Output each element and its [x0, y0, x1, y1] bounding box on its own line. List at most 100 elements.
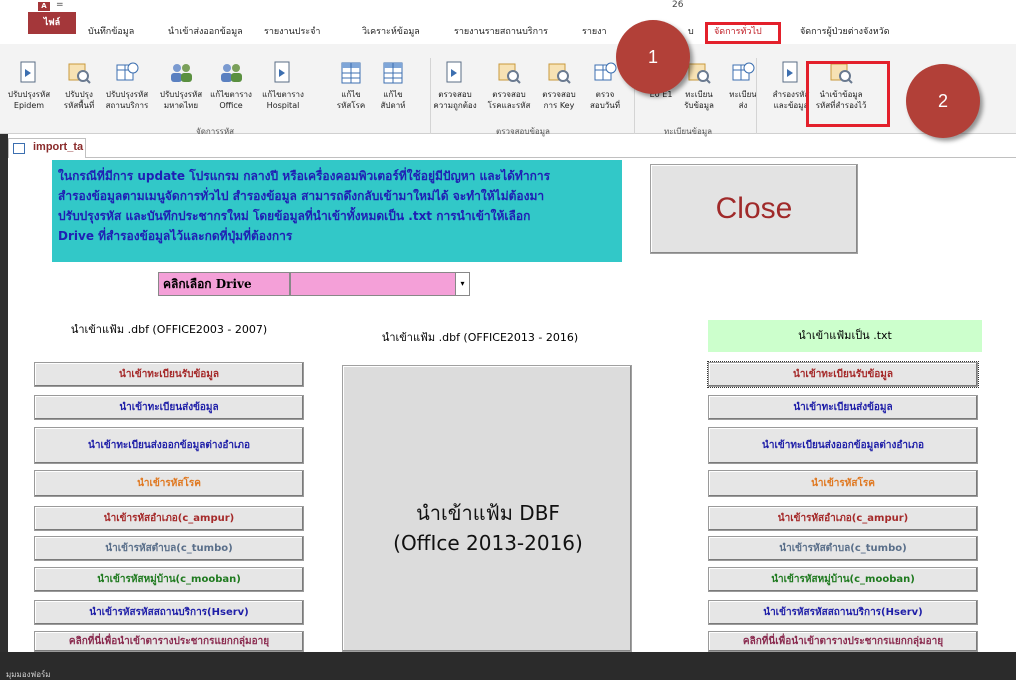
close-button[interactable]: Close	[650, 164, 858, 254]
ribbon-button-label: สัปดาห์	[380, 101, 406, 110]
import-dbf2003-button-3[interactable]: นำเข้ารหัสโรค	[34, 470, 304, 497]
ribbon-group-separator	[430, 58, 431, 134]
ribbon-button-14[interactable]: ทะเบียนส่ง	[716, 60, 770, 111]
table-search-icon	[66, 60, 92, 86]
import-dbf2003-button-4[interactable]: นำเข้ารหัสอำเภอ(c_ampur)	[34, 506, 304, 531]
tab-out-of-province[interactable]: จัดการผู้ป่วยต่างจังหวัด	[800, 24, 890, 38]
ribbon-button-2[interactable]: ปรับปรุงรหัสสถานบริการ	[100, 60, 154, 111]
tab-regular-reports[interactable]: รายงานประจำ	[264, 24, 320, 38]
calendar-table-icon	[592, 60, 618, 86]
ribbon-button-label: ส่ง	[738, 101, 748, 110]
grid-table-icon	[338, 60, 364, 86]
ribbon-button-9[interactable]: ตรวจสอบโรคและรหัส	[482, 60, 536, 111]
table-search-icon	[496, 60, 522, 86]
tab-facility-reports[interactable]: รายงานรายสถานบริการ	[454, 24, 548, 38]
ribbon-button-3[interactable]: ปรับปรุงรหัสมหาดไทย	[154, 60, 208, 111]
table-search-icon	[686, 60, 712, 86]
ribbon-button-label: โรคและรหัส	[487, 101, 531, 110]
import-txt-button-5[interactable]: นำเข้ารหัสตำบล(c_tumbo)	[708, 536, 978, 561]
ribbon-group-label-registers: ทะเบียนข้อมูล	[664, 127, 712, 136]
notice-line: ในกรณีที่มีการ update โปรแกรม กลางปี หรื…	[58, 169, 551, 183]
ribbon-button-label: สถานบริการ	[105, 101, 149, 110]
calendar-table-icon	[114, 60, 140, 86]
import-dbf2003-button-2[interactable]: นำเข้าทะเบียนส่งออกข้อมูลต่างอำเภอ	[34, 427, 304, 464]
document-arrow-icon	[16, 60, 42, 86]
tab-data-entry[interactable]: บันทึกข้อมูล	[88, 24, 134, 38]
document-tab-import-ta[interactable]: import_ta	[8, 138, 86, 158]
drive-label: คลิกเลือก Drive	[158, 272, 290, 296]
notice-line: Drive ที่สำรองข้อมูลไว้และกดที่ปุ่มที่ต้…	[58, 229, 293, 243]
ribbon-button-7[interactable]: แก้ไขสัปดาห์	[366, 60, 420, 111]
import-txt-button-8[interactable]: คลิกที่นี่เพื่อนำเข้าตารางประชากรแยกกลุ่…	[708, 631, 978, 652]
import-dbf2003-button-6[interactable]: นำเข้ารหัสหมู่บ้าน(c_mooban)	[34, 567, 304, 592]
ribbon-button-label: ความถูกต้อง	[433, 101, 477, 110]
ribbon-button-label: ตรวจสอบ	[438, 90, 472, 99]
ribbon-button-label: ปรับปรุงรหัส	[159, 90, 203, 99]
import-txt-button-2[interactable]: นำเข้าทะเบียนส่งออกข้อมูลต่างอำเภอ	[708, 427, 978, 464]
status-text: มุมมองฟอร์ม	[6, 670, 51, 679]
import-dbf-2013-button[interactable]: นำเข้าแฟ้ม DBF (OffIce 2013-2016)	[342, 365, 632, 652]
import-txt-button-7[interactable]: นำเข้ารหัสรหัสสถานบริการ(Hserv)	[708, 600, 978, 625]
ribbon-button-5[interactable]: แก้ไขตาราง Hospital	[256, 60, 310, 111]
ribbon-group-label-check: ตรวจสอบข้อมูล	[496, 127, 550, 136]
document-arrow-icon	[778, 60, 804, 86]
import-dbf-2013-line1: นำเข้าแฟ้ม DBF	[416, 501, 560, 525]
notice-line: ปรับปรุงรหัส และบันทึกประชากรใหม่ โดยข้อ…	[58, 209, 531, 223]
ribbon-button-label: ทะเบียน	[729, 90, 757, 99]
tab-partial[interactable]: บ	[688, 24, 694, 38]
title-bar: A = 26	[0, 0, 1016, 12]
ribbon-button-label: ปรับปรุงรหัส	[105, 90, 149, 99]
navigation-pane-collapsed[interactable]	[0, 134, 8, 652]
ribbon-button-label: แก้ไขตาราง	[262, 90, 304, 99]
ribbon-button-8[interactable]: ตรวจสอบความถูกต้อง	[428, 60, 482, 111]
ribbon-button-0[interactable]: ปรับปรุงรหัส Epidem	[2, 60, 56, 111]
import-txt-button-1[interactable]: นำเข้าทะเบียนส่งข้อมูล	[708, 395, 978, 420]
notice-line: สำรองข้อมูลตามเมนูจัดการทั่วไป สำรองข้อม…	[58, 189, 545, 203]
ribbon-button-label: รหัสพื้นที่	[63, 101, 95, 110]
ribbon-button-label: Office	[219, 101, 243, 110]
highlight-box-tab	[705, 22, 781, 44]
ribbon-button-label: มหาดไทย	[163, 101, 199, 110]
tab-report-partial[interactable]: รายงา	[582, 24, 607, 38]
ribbon-button-4[interactable]: แก้ไขตาราง Office	[204, 60, 258, 111]
import-txt-button-3[interactable]: นำเข้ารหัสโรค	[708, 470, 978, 497]
ribbon-group-label-codes: จัดการรหัส	[196, 127, 234, 136]
ribbon-button-label: ตรวจสอบ	[492, 90, 526, 99]
form-icon	[13, 143, 25, 154]
document-arrow-icon	[442, 60, 468, 86]
header-dbf-2003: นำเข้าแฟ้ม .dbf (OFFICE2003 - 2007)	[30, 314, 308, 346]
import-dbf2003-button-5[interactable]: นำเข้ารหัสตำบล(c_tumbo)	[34, 536, 304, 561]
highlight-box-import-backup	[806, 61, 890, 127]
ribbon-group-separator	[756, 58, 757, 134]
people-icon	[218, 60, 244, 86]
ribbon-button-label: ปรับปรุง	[65, 90, 93, 99]
ribbon-button-label: ตรวจ	[595, 90, 615, 99]
import-txt-button-0[interactable]: นำเข้าทะเบียนรับข้อมูล	[707, 361, 979, 388]
header-txt: นำเข้าแฟ้มเป็น .txt	[708, 320, 982, 352]
document-tab-label: import_ta	[33, 141, 84, 153]
tab-import-export[interactable]: นำเข้าส่งออกข้อมูล	[168, 24, 243, 38]
import-dbf2003-button-7[interactable]: นำเข้ารหัสรหัสสถานบริการ(Hserv)	[34, 600, 304, 625]
people-icon	[168, 60, 194, 86]
import-dbf-2013-label: นำเข้าแฟ้ม DBF (OffIce 2013-2016)	[343, 498, 633, 558]
tab-analysis[interactable]: วิเคราะห์ข้อมูล	[362, 24, 420, 38]
import-dbf2003-button-0[interactable]: นำเข้าทะเบียนรับข้อมูล	[34, 362, 304, 387]
drive-select[interactable]: ▾	[290, 272, 470, 296]
tab-file[interactable]: ไฟล์	[28, 12, 76, 34]
ribbon-button-1[interactable]: ปรับปรุงรหัสพื้นที่	[52, 60, 106, 111]
chevron-down-icon[interactable]: ▾	[455, 273, 469, 295]
import-txt-button-4[interactable]: นำเข้ารหัสอำเภอ(c_ampur)	[708, 506, 978, 531]
ribbon-button-label: สอบวันที่	[590, 101, 620, 110]
quick-access-toolbar[interactable]: =	[56, 0, 64, 10]
ribbon-button-label: แก้ไขตาราง	[210, 90, 252, 99]
callout-badge-2: 2	[906, 64, 980, 138]
calendar-table-icon	[730, 60, 756, 86]
import-txt-button-6[interactable]: นำเข้ารหัสหมู่บ้าน(c_mooban)	[708, 567, 978, 592]
access-app-icon[interactable]: A	[38, 2, 50, 11]
window-title: 26	[672, 0, 684, 10]
ribbon-button-label: แก้ไข	[383, 90, 403, 99]
grid-table-icon	[380, 60, 406, 86]
import-dbf2003-button-1[interactable]: นำเข้าทะเบียนส่งข้อมูล	[34, 395, 304, 420]
callout-badge-1: 1	[616, 20, 690, 94]
import-dbf2003-button-8[interactable]: คลิกที่นี่เพื่อนำเข้าตารางประชากรแยกกลุ่…	[34, 631, 304, 652]
